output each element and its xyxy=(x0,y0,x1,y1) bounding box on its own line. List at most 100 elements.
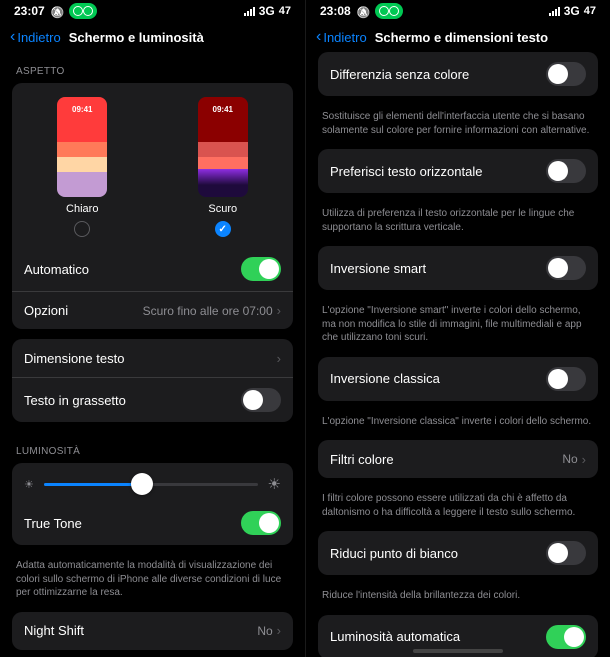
signal-icon xyxy=(244,7,255,16)
status-time: 23:07 xyxy=(14,4,45,18)
setting-row: Inversione smart xyxy=(318,246,598,290)
chevron-right-icon: › xyxy=(277,351,281,366)
setting-row: Preferisci testo orizzontale xyxy=(318,149,598,193)
theme-light-radio[interactable] xyxy=(74,221,90,237)
setting-row: Inversione classica xyxy=(318,357,598,401)
slider-thumb[interactable] xyxy=(131,473,153,495)
page-title: Schermo e dimensioni testo xyxy=(375,30,548,45)
setting-value: No xyxy=(562,452,577,466)
activity-icon xyxy=(375,3,403,19)
setting-toggle[interactable] xyxy=(546,541,586,565)
chevron-left-icon: ‹ xyxy=(10,29,15,45)
row-bold-text: Testo in grassetto xyxy=(12,377,293,422)
setting-label: Inversione classica xyxy=(330,371,440,386)
setting-desc: Riduce l'intensità della brillantezza de… xyxy=(318,585,598,615)
setting-desc: Sostituisce gli elementi dell'interfacci… xyxy=(318,106,598,149)
setting-row: Differenzia senza colore xyxy=(318,52,598,96)
network-label: 3G xyxy=(564,4,580,18)
row-true-tone: True Tone xyxy=(12,501,293,545)
chevron-left-icon: ‹ xyxy=(316,29,321,45)
text-size-label: Dimensione testo xyxy=(24,351,124,366)
setting-card: Preferisci testo orizzontale xyxy=(318,149,598,193)
bold-text-toggle[interactable] xyxy=(241,388,281,412)
setting-label: Riduci punto di bianco xyxy=(330,546,458,561)
home-indicator[interactable] xyxy=(413,649,503,653)
nav-bar: ‹ Indietro Schermo e luminosità xyxy=(0,22,305,52)
brightness-card: ☀ ☀ True Tone xyxy=(12,463,293,545)
night-shift-card: Night Shift No › xyxy=(12,612,293,650)
row-night-shift[interactable]: Night Shift No › xyxy=(12,612,293,650)
status-bar: 23:08 3G 47 xyxy=(306,0,610,22)
back-button[interactable]: ‹ Indietro xyxy=(10,29,61,45)
setting-toggle[interactable] xyxy=(546,367,586,391)
setting-desc: L'opzione "Inversione smart" inverte i c… xyxy=(318,300,598,357)
setting-label: Luminosità automatica xyxy=(330,629,460,644)
back-label: Indietro xyxy=(323,30,366,45)
setting-row: Riduci punto di bianco xyxy=(318,531,598,575)
sun-small-icon: ☀ xyxy=(24,478,34,491)
options-label: Opzioni xyxy=(24,303,68,318)
theme-light[interactable]: 09:41 Chiaro xyxy=(57,97,107,237)
setting-label: Differenzia senza colore xyxy=(330,67,469,82)
status-bar: 23:07 3G 47 xyxy=(0,0,305,22)
setting-desc: I filtri colore possono essere utilizzat… xyxy=(318,488,598,531)
network-label: 3G xyxy=(259,4,275,18)
night-shift-label: Night Shift xyxy=(24,623,84,638)
setting-card: Differenzia senza colore xyxy=(318,52,598,96)
back-label: Indietro xyxy=(17,30,60,45)
true-tone-desc: Adatta automaticamente la modalità di vi… xyxy=(12,555,293,612)
battery-icon: 47 xyxy=(584,5,596,17)
theme-dark-label: Scuro xyxy=(208,203,237,215)
activity-icon xyxy=(69,3,97,19)
options-value: Scuro fino alle ore 07:00 xyxy=(143,304,273,318)
setting-toggle[interactable] xyxy=(546,625,586,649)
bold-text-label: Testo in grassetto xyxy=(24,393,126,408)
content: ASPETTO 09:41 Chiaro 09:41 Scuro xyxy=(0,52,305,657)
automatic-toggle[interactable] xyxy=(241,257,281,281)
battery-icon: 47 xyxy=(279,5,291,17)
row-automatic: Automatico xyxy=(12,247,293,291)
text-card: Dimensione testo › Testo in grassetto xyxy=(12,339,293,422)
setting-desc: L'opzione "Inversione classica" inverte … xyxy=(318,411,598,441)
setting-card: Inversione smart xyxy=(318,246,598,290)
chevron-right-icon: › xyxy=(277,303,281,318)
brightness-slider[interactable] xyxy=(44,483,258,486)
theme-dark-radio[interactable] xyxy=(215,221,231,237)
theme-dark[interactable]: 09:41 Scuro xyxy=(198,97,248,237)
theme-dark-thumb: 09:41 xyxy=(198,97,248,197)
phone-right: 23:08 3G 47 ‹ Indietro Schermo e dimensi… xyxy=(305,0,610,657)
theme-light-thumb: 09:41 xyxy=(57,97,107,197)
setting-toggle[interactable] xyxy=(546,62,586,86)
appearance-card: 09:41 Chiaro 09:41 Scuro Automatico Opzi… xyxy=(12,83,293,329)
status-time: 23:08 xyxy=(320,4,351,18)
section-header-aspect: ASPETTO xyxy=(12,52,293,83)
true-tone-label: True Tone xyxy=(24,516,82,531)
setting-label: Inversione smart xyxy=(330,261,426,276)
nav-bar: ‹ Indietro Schermo e dimensioni testo xyxy=(306,22,610,52)
setting-label: Preferisci testo orizzontale xyxy=(330,164,482,179)
theme-light-label: Chiaro xyxy=(66,203,98,215)
night-shift-value: No xyxy=(257,624,272,638)
content: Differenzia senza colore Sostituisce gli … xyxy=(306,52,610,657)
page-title: Schermo e luminosità xyxy=(69,30,204,45)
setting-card: Inversione classica xyxy=(318,357,598,401)
setting-label: Filtri colore xyxy=(330,452,394,467)
silent-icon xyxy=(51,5,63,17)
signal-icon xyxy=(549,7,560,16)
true-tone-toggle[interactable] xyxy=(241,511,281,535)
chevron-right-icon: › xyxy=(582,452,586,467)
setting-toggle[interactable] xyxy=(546,159,586,183)
automatic-label: Automatico xyxy=(24,262,89,277)
setting-desc: Utilizza di preferenza il testo orizzont… xyxy=(318,203,598,246)
row-text-size[interactable]: Dimensione testo › xyxy=(12,339,293,377)
setting-card: Filtri colore No › xyxy=(318,440,598,478)
setting-toggle[interactable] xyxy=(546,256,586,280)
setting-card: Riduci punto di bianco xyxy=(318,531,598,575)
silent-icon xyxy=(357,5,369,17)
phone-left: 23:07 3G 47 ‹ Indietro Schermo e luminos… xyxy=(0,0,305,657)
chevron-right-icon: › xyxy=(277,623,281,638)
back-button[interactable]: ‹ Indietro xyxy=(316,29,367,45)
setting-row[interactable]: Filtri colore No › xyxy=(318,440,598,478)
row-options[interactable]: Opzioni Scuro fino alle ore 07:00 › xyxy=(12,291,293,329)
section-header-brightness: LUMINOSITÀ xyxy=(12,432,293,463)
